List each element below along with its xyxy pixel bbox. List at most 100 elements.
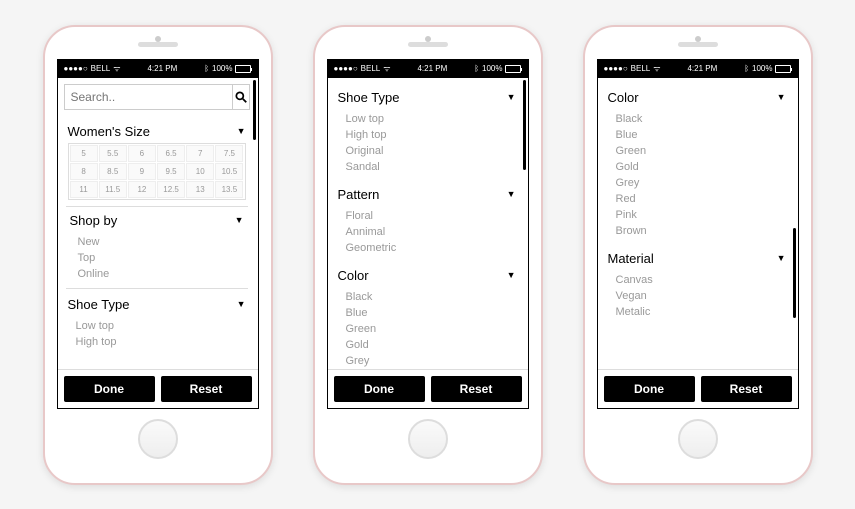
- material-option[interactable]: Metalic: [616, 304, 786, 320]
- color-header[interactable]: Color ▼: [604, 84, 790, 109]
- wifi-icon: ᯤ: [113, 63, 120, 74]
- color-option[interactable]: Gold: [616, 159, 786, 175]
- color-option[interactable]: Blue: [346, 305, 516, 321]
- scrollbar-thumb[interactable]: [523, 80, 526, 170]
- size-option[interactable]: 7.5: [215, 145, 243, 162]
- search-button[interactable]: [232, 85, 249, 109]
- material-option[interactable]: Canvas: [616, 272, 786, 288]
- shoetype-list: Low topHigh topOriginalSandal: [334, 109, 520, 181]
- size-option[interactable]: 5: [70, 145, 98, 162]
- done-button[interactable]: Done: [604, 376, 695, 402]
- size-option[interactable]: 6.5: [157, 145, 185, 162]
- size-option[interactable]: 12.5: [157, 181, 185, 198]
- size-option[interactable]: 7: [186, 145, 214, 162]
- shopby-header[interactable]: Shop by ▼: [66, 207, 248, 232]
- speaker: [138, 42, 178, 47]
- color-list: BlackBlueGreenGoldGreyRedPinkBrown: [604, 109, 790, 245]
- shoetype-option[interactable]: Original: [346, 143, 516, 159]
- carrier: BELL: [631, 64, 651, 73]
- size-option[interactable]: 8.5: [99, 163, 127, 180]
- chevron-down-icon: ▼: [237, 299, 246, 309]
- done-button[interactable]: Done: [334, 376, 425, 402]
- shoetype-header[interactable]: Shoe Type ▼: [334, 84, 520, 109]
- color-option[interactable]: Grey: [346, 353, 516, 369]
- shoetype-option[interactable]: High top: [76, 334, 246, 350]
- color-option[interactable]: Green: [346, 321, 516, 337]
- color-option[interactable]: Black: [346, 289, 516, 305]
- size-option[interactable]: 11.5: [99, 181, 127, 198]
- shopby-label: Shop by: [70, 213, 118, 228]
- search-input[interactable]: [65, 85, 232, 109]
- shoetype-header[interactable]: Shoe Type ▼: [64, 291, 250, 316]
- shopby-option[interactable]: Top: [78, 250, 244, 266]
- color-header[interactable]: Color ▼: [334, 262, 520, 287]
- color-option[interactable]: Green: [616, 143, 786, 159]
- material-header[interactable]: Material ▼: [604, 245, 790, 270]
- phone-1: ●●●●○ BELL ᯤ 4:21 PM ᛒ 100% Women's Size: [43, 25, 273, 485]
- status-bar: ●●●●○ BELL ᯤ 4:21 PM ᛒ 100%: [58, 60, 258, 78]
- color-option[interactable]: Black: [616, 111, 786, 127]
- pattern-option[interactable]: Floral: [346, 208, 516, 224]
- phone-2: ●●●●○ BELL ᯤ 4:21 PM ᛒ 100% Shoe Type ▼ …: [313, 25, 543, 485]
- size-option[interactable]: 9.5: [157, 163, 185, 180]
- color-option[interactable]: Grey: [616, 175, 786, 191]
- reset-button[interactable]: Reset: [161, 376, 252, 402]
- size-option[interactable]: 6: [128, 145, 156, 162]
- pattern-option[interactable]: Geometric: [346, 240, 516, 256]
- scrollbar-thumb[interactable]: [793, 228, 796, 318]
- color-label: Color: [338, 268, 369, 283]
- battery-pct: 100%: [482, 64, 502, 73]
- shoetype-option[interactable]: Sandal: [346, 159, 516, 175]
- shopby-option[interactable]: Online: [78, 266, 244, 282]
- pattern-header[interactable]: Pattern ▼: [334, 181, 520, 206]
- shopby-list: NewTopOnline: [66, 232, 248, 288]
- carrier: BELL: [91, 64, 111, 73]
- filter-panel: Shoe Type ▼ Low topHigh topOriginalSanda…: [328, 78, 528, 369]
- status-bar: ●●●●○ BELL ᯤ 4:21 PM ᛒ 100%: [328, 60, 528, 78]
- footer: Done Reset: [598, 369, 798, 408]
- clock: 4:21 PM: [687, 64, 717, 73]
- camera-dot: [155, 36, 161, 42]
- scrollbar-thumb[interactable]: [253, 80, 256, 140]
- color-option[interactable]: Brown: [616, 223, 786, 239]
- screen: ●●●●○ BELL ᯤ 4:21 PM ᛒ 100% Women's Size: [57, 59, 259, 409]
- size-option[interactable]: 13.5: [215, 181, 243, 198]
- shoetype-label: Shoe Type: [68, 297, 130, 312]
- size-option[interactable]: 8: [70, 163, 98, 180]
- reset-button[interactable]: Reset: [701, 376, 792, 402]
- shoetype-option[interactable]: High top: [346, 127, 516, 143]
- size-option[interactable]: 13: [186, 181, 214, 198]
- home-button[interactable]: [408, 419, 448, 459]
- search-icon: [234, 90, 248, 104]
- size-option[interactable]: 10: [186, 163, 214, 180]
- color-option[interactable]: Pink: [616, 207, 786, 223]
- color-option[interactable]: Red: [616, 191, 786, 207]
- clock: 4:21 PM: [417, 64, 447, 73]
- reset-button[interactable]: Reset: [431, 376, 522, 402]
- bluetooth-icon: ᛒ: [474, 64, 479, 73]
- shopby-option[interactable]: New: [78, 234, 244, 250]
- filter-panel: Color ▼ BlackBlueGreenGoldGreyRedPinkBro…: [598, 78, 798, 369]
- shoetype-option[interactable]: Low top: [76, 318, 246, 334]
- shoetype-option[interactable]: Low top: [346, 111, 516, 127]
- pattern-list: FloralAnnimalGeometric: [334, 206, 520, 262]
- color-option[interactable]: Blue: [616, 127, 786, 143]
- home-button[interactable]: [678, 419, 718, 459]
- material-option[interactable]: Vegan: [616, 288, 786, 304]
- size-option[interactable]: 9: [128, 163, 156, 180]
- color-option[interactable]: Gold: [346, 337, 516, 353]
- size-option[interactable]: 5.5: [99, 145, 127, 162]
- done-button[interactable]: Done: [64, 376, 155, 402]
- material-label: Material: [608, 251, 654, 266]
- home-button[interactable]: [138, 419, 178, 459]
- color-label: Color: [608, 90, 639, 105]
- pattern-option[interactable]: Annimal: [346, 224, 516, 240]
- size-header[interactable]: Women's Size ▼: [64, 118, 250, 143]
- wifi-icon: ᯤ: [653, 63, 660, 74]
- battery-icon: [505, 65, 521, 73]
- signal-icon: ●●●●○: [64, 64, 88, 73]
- size-option[interactable]: 11: [70, 181, 98, 198]
- size-option[interactable]: 12: [128, 181, 156, 198]
- size-option[interactable]: 10.5: [215, 163, 243, 180]
- clock: 4:21 PM: [147, 64, 177, 73]
